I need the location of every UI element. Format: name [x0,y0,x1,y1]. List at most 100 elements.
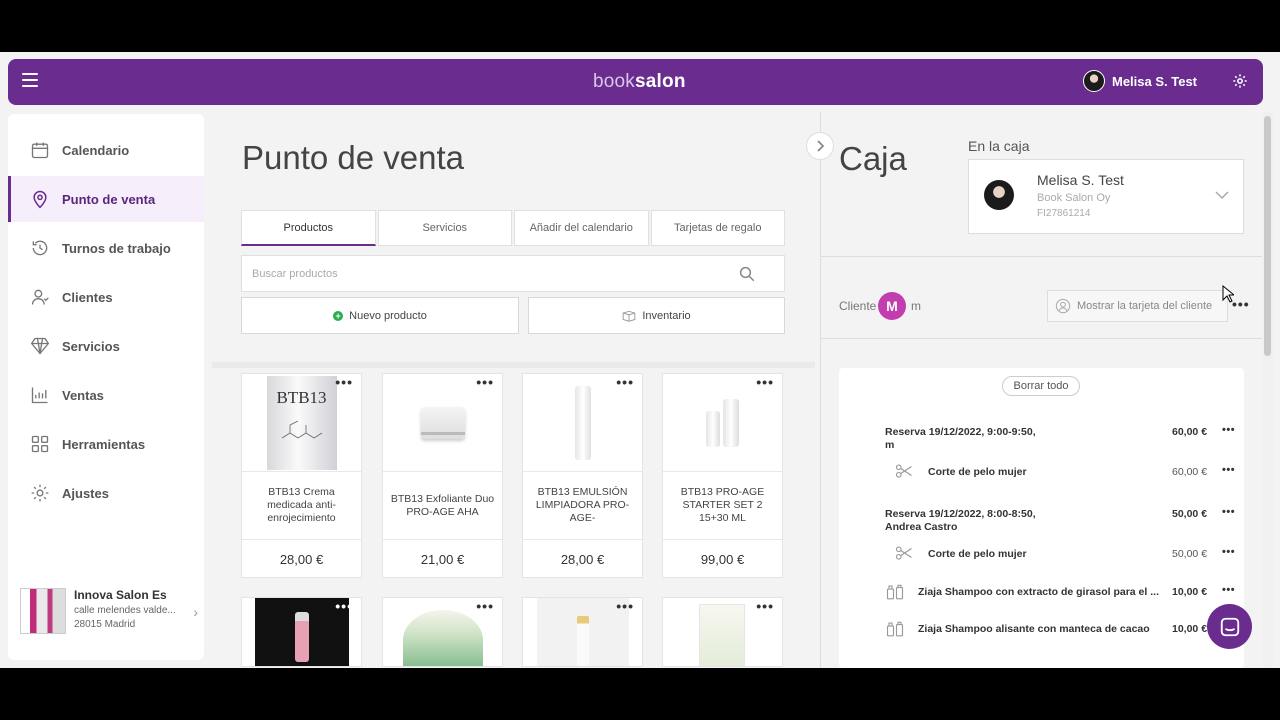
sidebar-item-label: Servicios [62,338,120,354]
history-icon [32,240,48,256]
chat-button[interactable] [1207,604,1252,649]
new-product-label: Nuevo producto [349,309,427,322]
cashier-id: FI27861214 [1037,208,1091,219]
product-price: 21,00 € [420,551,465,567]
sidebar-item-label: Turnos de trabajo [62,240,171,256]
cart-line-title: Reserva 19/12/2022, 9:00-9:50, [885,426,1036,438]
scissors-icon [895,546,912,560]
tab-servicios[interactable]: Servicios [377,210,512,246]
sidebar-item-servicios[interactable]: Servicios [8,323,204,369]
cart-line-amount: 50,00 € [1172,548,1208,560]
client-name[interactable]: m [911,299,921,313]
cart-line-product: Ziaja Shampoo con extracto de girasol pa… [918,586,1159,598]
more-options-icon[interactable]: ••• [335,598,353,614]
calendar-icon [31,142,49,159]
cashier-selector[interactable]: Melisa S. Test Book Salon Oy FI27861214 [968,159,1244,234]
cart-line-client: Andrea Castro [885,521,958,533]
sidebar-item-label: Ajustes [62,485,109,501]
sidebar-item-punto-de-venta[interactable]: Punto de venta [8,176,204,222]
cart-line-client: m [885,439,895,451]
tab-anadir-calendario[interactable]: Añadir del calendario [514,210,649,246]
product-card[interactable]: ••• [382,597,503,667]
search-icon[interactable] [738,265,756,283]
location-pin-icon [33,190,47,209]
user-icon [31,289,49,305]
more-options-icon[interactable]: ••• [1222,506,1235,518]
product-card[interactable]: ••• [662,597,783,667]
chevron-down-icon [1215,191,1229,200]
sidebar-item-ajustes[interactable]: Ajustes [8,470,204,516]
scissors-icon [895,464,912,478]
more-options-icon[interactable]: ••• [616,598,634,614]
in-register-label: En la caja [968,138,1030,154]
product-card[interactable]: ••• BTB13 EMULSIÓN LIMPIADORA PRO-AGE- 2… [522,373,643,578]
inventory-button[interactable]: Inventario [528,297,785,334]
scrollbar-thumb[interactable] [1264,116,1271,356]
product-image [699,604,745,666]
clear-all-button[interactable]: Borrar todo [1002,376,1080,396]
cart: Borrar todo Reserva 19/12/2022, 9:00-9:5… [839,368,1244,668]
tab-productos[interactable]: Productos [241,210,376,246]
sidebar-item-label: Punto de venta [62,191,156,207]
mouse-cursor-icon [1222,285,1234,303]
more-options-icon[interactable]: ••• [476,374,494,390]
show-client-card-label: Mostrar la tarjeta del cliente [1077,300,1213,312]
sidebar-item-ventas[interactable]: Ventas [8,372,204,418]
sidebar-item-turnos[interactable]: Turnos de trabajo [8,225,204,271]
more-options-icon[interactable]: ••• [1232,296,1250,312]
more-options-icon[interactable]: ••• [756,598,774,614]
tab-tarjetas-regalo[interactable]: Tarjetas de regalo [650,210,785,246]
product-card[interactable]: ••• BTB13 PRO-AGE STARTER SET 2 15+30 ML… [662,373,783,578]
salon-address: calle melendes valde... [74,605,176,616]
bottle-icon [886,621,904,637]
section-divider [212,362,815,368]
product-image [403,610,483,666]
more-options-icon[interactable]: ••• [756,374,774,390]
product-name: BTB13 Exfoliante Duo PRO-AGE AHA [383,472,502,540]
more-options-icon[interactable]: ••• [476,598,494,614]
sidebar-item-label: Clientes [62,289,113,305]
more-options-icon[interactable]: ••• [1222,584,1235,596]
salon-selector[interactable]: Innova Salon Es calle melendes valde... … [20,588,198,638]
more-options-icon[interactable]: ••• [1222,424,1235,436]
sidebar: Calendario Punto de venta Turnos de trab… [8,114,204,660]
sidebar-item-label: Ventas [62,387,104,403]
box-icon [623,310,636,322]
scrollbar[interactable] [1263,112,1273,668]
product-card[interactable]: BTB13 ••• BTB13 Crema medicada anti-enro… [241,373,362,578]
sidebar-item-calendario[interactable]: Calendario [8,127,204,173]
grid-icon [31,435,49,453]
sidebar-item-herramientas[interactable]: Herramientas [8,421,204,467]
search-input[interactable] [242,256,722,291]
salon-info: Innova Salon Es calle melendes valde... … [74,588,176,638]
diamond-icon [30,337,50,355]
cashier-name: Melisa S. Test [1037,172,1124,188]
new-product-button[interactable]: + Nuevo producto [241,297,519,334]
settings-gear-icon[interactable] [1232,73,1248,89]
user-circle-icon [1055,298,1071,314]
more-options-icon[interactable]: ••• [616,374,634,390]
cart-line-amount: 60,00 € [1172,466,1208,478]
product-card[interactable]: ••• [241,597,362,667]
client-avatar[interactable]: M [878,292,906,320]
cart-line-amount: 60,00 € [1172,426,1208,438]
more-options-icon[interactable]: ••• [1222,546,1235,558]
collapse-panel-button[interactable] [806,132,834,160]
tabs: Productos Servicios Añadir del calendari… [241,210,785,246]
product-card[interactable]: ••• [522,597,643,667]
product-card[interactable]: ••• BTB13 Exfoliante Duo PRO-AGE AHA 21,… [382,373,503,578]
more-options-icon[interactable]: ••• [1222,464,1235,476]
page-title: Punto de venta [242,139,465,176]
menu-icon[interactable] [22,73,38,87]
more-options-icon[interactable]: ••• [335,374,353,390]
salon-city: 28015 Madrid [74,619,136,630]
cashier-company: Book Salon Oy [1037,192,1111,204]
chevron-right-icon [817,140,825,152]
show-client-card-button[interactable]: Mostrar la tarjeta del cliente [1047,290,1228,322]
divider [821,256,1262,257]
user-menu[interactable]: Melisa S. Test [1083,70,1197,92]
cart-line-title: Reserva 19/12/2022, 8:00-8:50, [885,508,1036,520]
register-panel: Caja En la caja Melisa S. Test Book Salo… [820,112,1262,668]
gear-icon [31,484,49,502]
sidebar-item-clientes[interactable]: Clientes [8,274,204,320]
